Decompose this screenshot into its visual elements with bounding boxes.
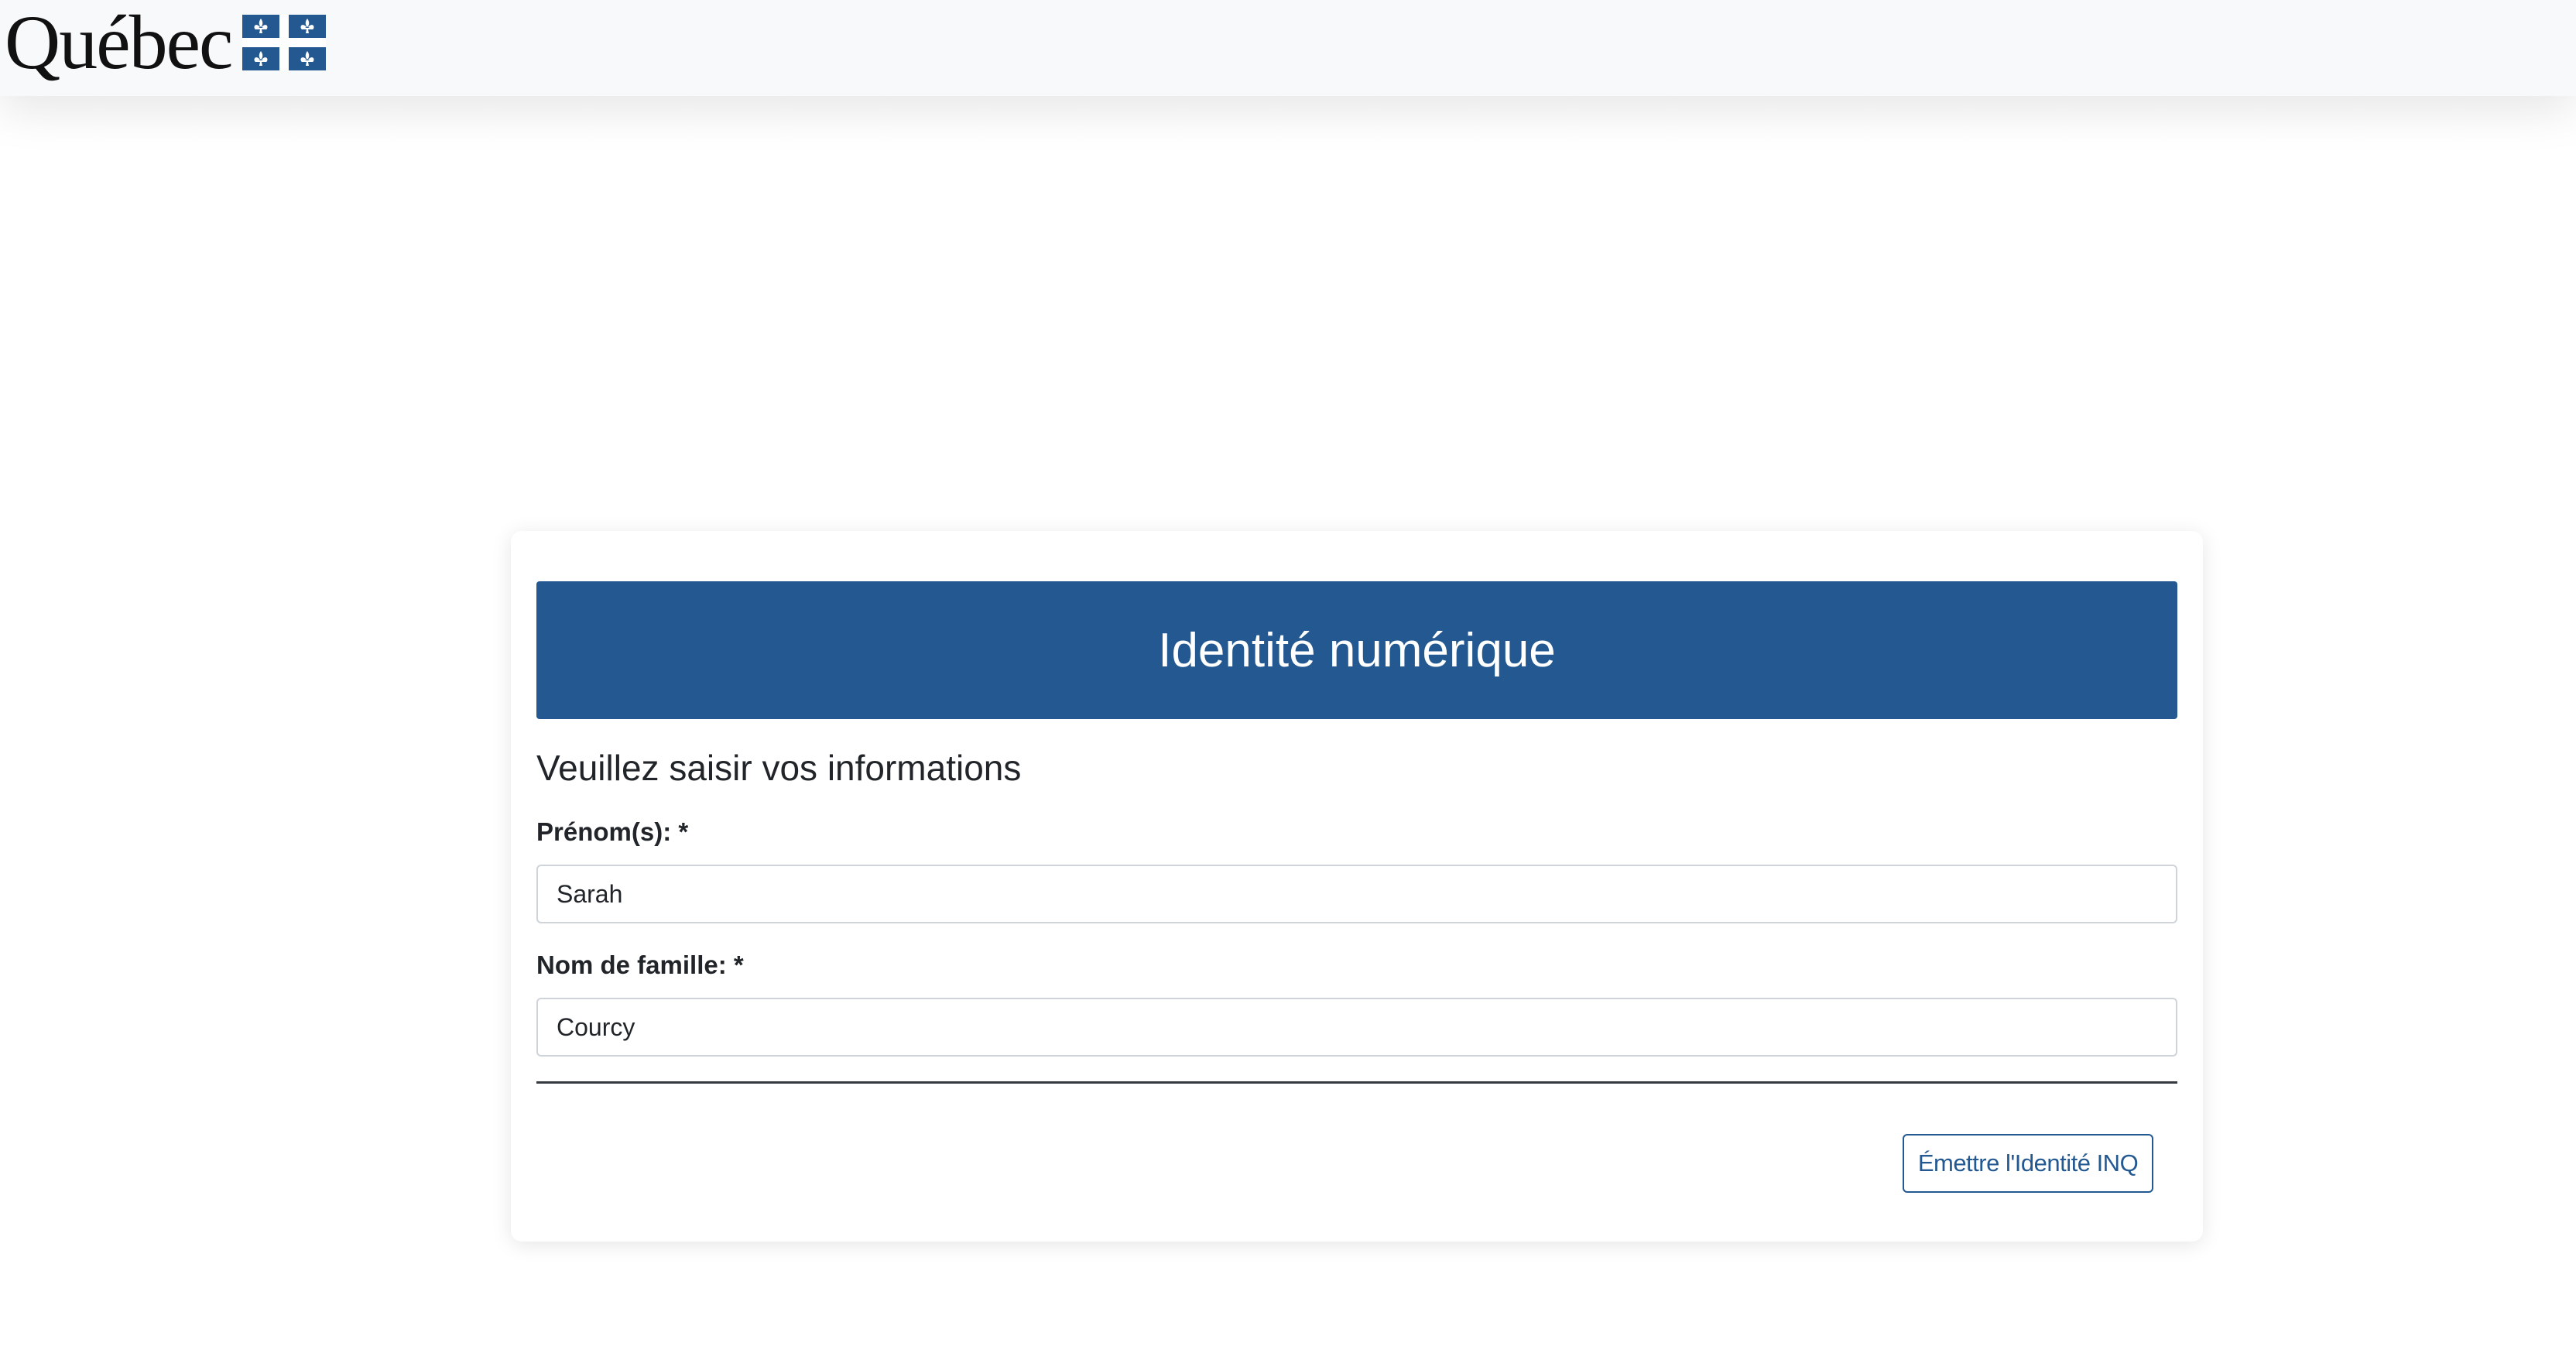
quebec-logo[interactable]: Québec (5, 0, 327, 96)
last-name-input[interactable] (536, 998, 2177, 1057)
first-name-label: Prénom(s): * (536, 817, 689, 846)
form-subtitle: Veuillez saisir vos informations (536, 748, 1022, 788)
issue-identity-button[interactable]: Émettre l'Identité INQ (1903, 1134, 2153, 1193)
last-name-label: Nom de famille: * (536, 951, 744, 979)
first-name-input[interactable] (536, 865, 2177, 923)
quebec-flag-icon (242, 15, 327, 70)
card-title: Identité numérique (1158, 623, 1556, 677)
identity-form-card: Identité numérique Veuillez saisir vos i… (511, 531, 2203, 1242)
logo-wordmark: Québec (5, 0, 233, 85)
top-header-bar: Québec (0, 0, 2576, 96)
card-header: Identité numérique (536, 581, 2177, 719)
form-divider (536, 1081, 2177, 1084)
